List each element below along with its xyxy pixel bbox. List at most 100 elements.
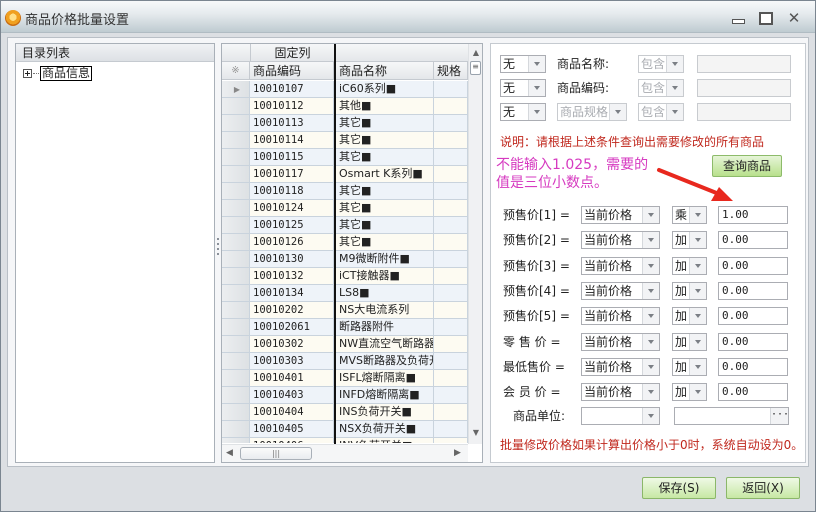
row-indicator[interactable] [222, 98, 250, 114]
cell-spec[interactable] [434, 183, 468, 199]
table-row[interactable]: 10010125 其它■ [222, 217, 468, 234]
filter-op-combo-1[interactable]: 包含 [638, 55, 684, 73]
price-value-input[interactable]: 1.00 [718, 206, 788, 224]
chevron-down-icon[interactable] [666, 104, 683, 120]
cell-code[interactable]: 10010406 [250, 438, 334, 443]
cell-spec[interactable] [434, 217, 468, 233]
cell-spec[interactable] [434, 387, 468, 403]
row-indicator[interactable] [222, 336, 250, 352]
filter-logic-combo-3[interactable]: 无 [500, 103, 546, 121]
chevron-down-icon[interactable] [642, 408, 659, 424]
table-row[interactable]: 10010126 其它■ [222, 234, 468, 251]
chevron-down-icon[interactable] [689, 358, 706, 375]
row-indicator[interactable]: ▶ [222, 81, 250, 97]
chevron-down-icon[interactable] [609, 104, 626, 120]
tree-node-label[interactable]: 商品信息 [40, 65, 93, 81]
cell-code[interactable]: 10010405 [250, 421, 334, 437]
row-indicator[interactable] [222, 115, 250, 131]
row-indicator[interactable] [222, 268, 250, 284]
row-indicator[interactable] [222, 234, 250, 250]
table-row[interactable]: 10010202 NS大电流系列 [222, 302, 468, 319]
chevron-down-icon[interactable] [689, 333, 706, 350]
price-base-combo[interactable]: 当前价格 [581, 383, 660, 402]
row-indicator[interactable] [222, 387, 250, 403]
row-indicator[interactable] [222, 370, 250, 386]
table-row[interactable]: 10010124 其它■ [222, 200, 468, 217]
price-value-input[interactable]: 0.00 [718, 281, 788, 300]
price-operator-combo[interactable]: 加 [672, 383, 707, 402]
cell-code[interactable]: 10010404 [250, 404, 334, 420]
panel-splitter[interactable] [217, 238, 220, 260]
table-row[interactable]: 10010405 NSX负荷开关■ [222, 421, 468, 438]
price-operator-combo[interactable]: 加 [672, 231, 707, 250]
cell-name[interactable]: INFD熔断隔离■ [336, 387, 434, 403]
chevron-down-icon[interactable] [642, 232, 659, 249]
cell-spec[interactable] [434, 251, 468, 267]
cell-spec[interactable] [434, 149, 468, 165]
cell-name[interactable]: ISFL熔断隔离■ [336, 370, 434, 386]
cell-name[interactable]: iCT接触器■ [336, 268, 434, 284]
row-indicator[interactable] [222, 319, 250, 335]
chevron-down-icon[interactable] [528, 80, 545, 96]
cell-spec[interactable] [434, 285, 468, 301]
table-row[interactable]: 100102061 断路器附件 [222, 319, 468, 336]
cell-code[interactable]: 10010126 [250, 234, 334, 250]
filter-logic-combo-1[interactable]: 无 [500, 55, 546, 73]
table-row[interactable]: 10010303 MVS断路器及负荷开 [222, 353, 468, 370]
price-base-combo[interactable]: 当前价格 [581, 231, 660, 250]
cell-name[interactable]: Osmart K系列■ [336, 166, 434, 182]
cell-code[interactable]: 10010134 [250, 285, 334, 301]
chevron-down-icon[interactable] [642, 257, 659, 274]
cell-name[interactable]: 其它■ [336, 149, 434, 165]
cell-name[interactable]: 断路器附件 [336, 319, 434, 335]
cell-name[interactable]: 其它■ [336, 132, 434, 148]
scroll-thumb[interactable]: ≡ [470, 61, 481, 75]
price-value-input[interactable]: 0.00 [718, 357, 788, 376]
table-row[interactable]: ▶ 10010107 iC60系列■ [222, 81, 468, 98]
unit-combo[interactable] [581, 407, 660, 425]
column-header-spec[interactable]: 规格 [434, 62, 468, 80]
cell-code[interactable]: 10010112 [250, 98, 334, 114]
chevron-down-icon[interactable] [689, 308, 706, 325]
price-operator-combo[interactable]: 加 [672, 332, 707, 351]
cell-spec[interactable] [434, 81, 468, 97]
cell-code[interactable]: 10010401 [250, 370, 334, 386]
chevron-down-icon[interactable] [666, 56, 683, 72]
cell-code[interactable]: 10010113 [250, 115, 334, 131]
cell-spec[interactable] [434, 234, 468, 250]
save-button[interactable]: 保存(S) [642, 477, 716, 499]
price-value-input[interactable]: 0.00 [718, 231, 788, 250]
cell-name[interactable]: 其它■ [336, 200, 434, 216]
scroll-down-icon[interactable]: ▼ [471, 428, 481, 438]
cell-code[interactable]: 10010115 [250, 149, 334, 165]
table-row[interactable]: 10010113 其它■ [222, 115, 468, 132]
table-row[interactable]: 10010118 其它■ [222, 183, 468, 200]
cell-name[interactable]: iC60系列■ [336, 81, 434, 97]
cell-spec[interactable] [434, 132, 468, 148]
filter-value-input-2[interactable] [697, 79, 791, 97]
chevron-down-icon[interactable] [689, 282, 706, 299]
title-bar[interactable]: 商品价格批量设置 ✕ [1, 1, 815, 33]
price-value-input[interactable]: 0.00 [718, 307, 788, 326]
table-row[interactable]: 10010302 NW直流空气断路器 [222, 336, 468, 353]
row-indicator[interactable] [222, 421, 250, 437]
chevron-down-icon[interactable] [689, 232, 706, 249]
chevron-down-icon[interactable] [689, 207, 706, 223]
cell-spec[interactable] [434, 200, 468, 216]
row-indicator[interactable] [222, 302, 250, 318]
chevron-down-icon[interactable] [528, 104, 545, 120]
cell-name[interactable]: INV负荷开关■ [336, 438, 434, 443]
table-row[interactable]: 10010132 iCT接触器■ [222, 268, 468, 285]
cell-name[interactable]: 其它■ [336, 234, 434, 250]
cell-name[interactable]: 其它■ [336, 183, 434, 199]
filter-value-input-1[interactable] [697, 55, 791, 73]
cell-code[interactable]: 10010403 [250, 387, 334, 403]
cell-spec[interactable] [434, 370, 468, 386]
cell-name[interactable]: M9微断附件■ [336, 251, 434, 267]
row-indicator[interactable] [222, 353, 250, 369]
cell-code[interactable]: 10010132 [250, 268, 334, 284]
row-indicator[interactable] [222, 251, 250, 267]
maximize-button[interactable] [756, 11, 774, 25]
price-value-input[interactable]: 0.00 [718, 332, 788, 351]
cell-code[interactable]: 10010124 [250, 200, 334, 216]
